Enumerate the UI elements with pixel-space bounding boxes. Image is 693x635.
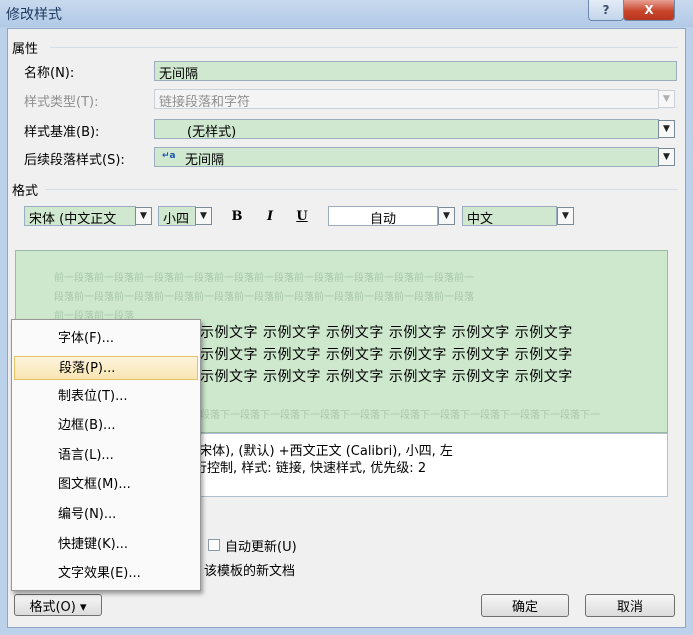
auto-update-checkbox[interactable] [208,539,220,551]
preview-next-paragraph: 段落下一段落下一段落下一段落下一段落下一段落下一段落下一段落下一段落下一段落下一 [200,410,600,421]
menu-item-shortcut-key[interactable]: 快捷键(K)... [14,533,198,557]
menu-item-border[interactable]: 边框(B)... [14,414,198,438]
help-button[interactable]: ? [588,0,624,21]
font-color-field[interactable]: 自动 [328,206,438,226]
properties-divider [50,47,678,48]
underline-button[interactable]: U [291,206,313,226]
new-documents-template-label: 该模板的新文档 [204,564,296,579]
preview-sample-text: 示例文字 示例文字 示例文字 示例文字 示例文字 示例文字 [200,325,573,341]
next-style-dropdown-icon[interactable]: ▼ [658,148,675,166]
menu-item-frame[interactable]: 图文框(M)... [14,473,198,497]
style-type-field: 链接段落和字符 [154,89,659,109]
format-divider [45,189,678,190]
cancel-button[interactable]: 取消 [585,594,675,617]
italic-button[interactable]: I [259,206,281,226]
format-menu-button[interactable]: 格式(O) ▾ [14,594,102,616]
style-base-field[interactable]: (无样式) [154,119,659,139]
size-dropdown-icon[interactable]: ▼ [195,207,212,225]
menu-item-tabs[interactable]: 制表位(T)... [14,385,198,409]
name-field[interactable]: 无间隔 [154,61,677,81]
size-field[interactable]: 小四 [158,206,196,226]
format-section-label: 格式 [12,184,39,199]
preview-previous-paragraph: 段落前一段落前一段落前一段落前一段落前一段落前一段落前一段落前一段落前一段落前一… [54,292,474,303]
menu-item-text-effects[interactable]: 文字效果(E)... [14,562,198,586]
language-dropdown-icon[interactable]: ▼ [557,207,574,225]
paragraph-style-icon: ↵a [162,151,176,161]
font-dropdown-icon[interactable]: ▼ [135,207,152,225]
close-button[interactable]: X [623,0,675,21]
preview-previous-paragraph: 前一段落前一段落前一段落前一段落前一段落前一段落前一段落前一段落前一段落前一段落… [54,273,474,284]
menu-item-font[interactable]: 字体(F)... [14,327,198,351]
auto-update-label: 自动更新(U) [225,540,297,555]
preview-sample-text: 示例文字 示例文字 示例文字 示例文字 示例文字 示例文字 [200,369,573,385]
bold-button[interactable]: B [226,206,248,226]
menu-item-language[interactable]: 语言(L)... [14,444,198,468]
menu-item-numbering[interactable]: 编号(N)... [14,503,198,527]
style-base-dropdown-icon[interactable]: ▼ [658,120,675,138]
style-base-label: 样式基准(B): [24,125,100,140]
window-title: 修改样式 [6,7,62,23]
style-type-dropdown-icon: ▼ [658,90,675,108]
format-dropdown-menu: 字体(F)... 段落(P)... 制表位(T)... 边框(B)... 语言(… [11,319,201,591]
font-color-dropdown-icon[interactable]: ▼ [438,207,455,225]
description-line: 行控制, 样式: 链接, 快速样式, 优先级: 2 [194,461,427,476]
font-field[interactable]: 宋体 (中文正文 [24,206,136,226]
next-style-label: 后续段落样式(S): [24,153,125,168]
menu-item-paragraph[interactable]: 段落(P)... [14,356,198,380]
properties-section-label: 属性 [12,42,39,57]
name-label: 名称(N): [24,66,75,81]
language-field[interactable]: 中文 [462,206,557,226]
ok-button[interactable]: 确定 [481,594,569,617]
title-bar: 修改样式 ? X [0,0,693,27]
style-type-label: 样式类型(T): [24,95,99,110]
next-style-field[interactable]: 无间隔 [154,147,659,167]
preview-sample-text: 示例文字 示例文字 示例文字 示例文字 示例文字 示例文字 [200,347,573,363]
